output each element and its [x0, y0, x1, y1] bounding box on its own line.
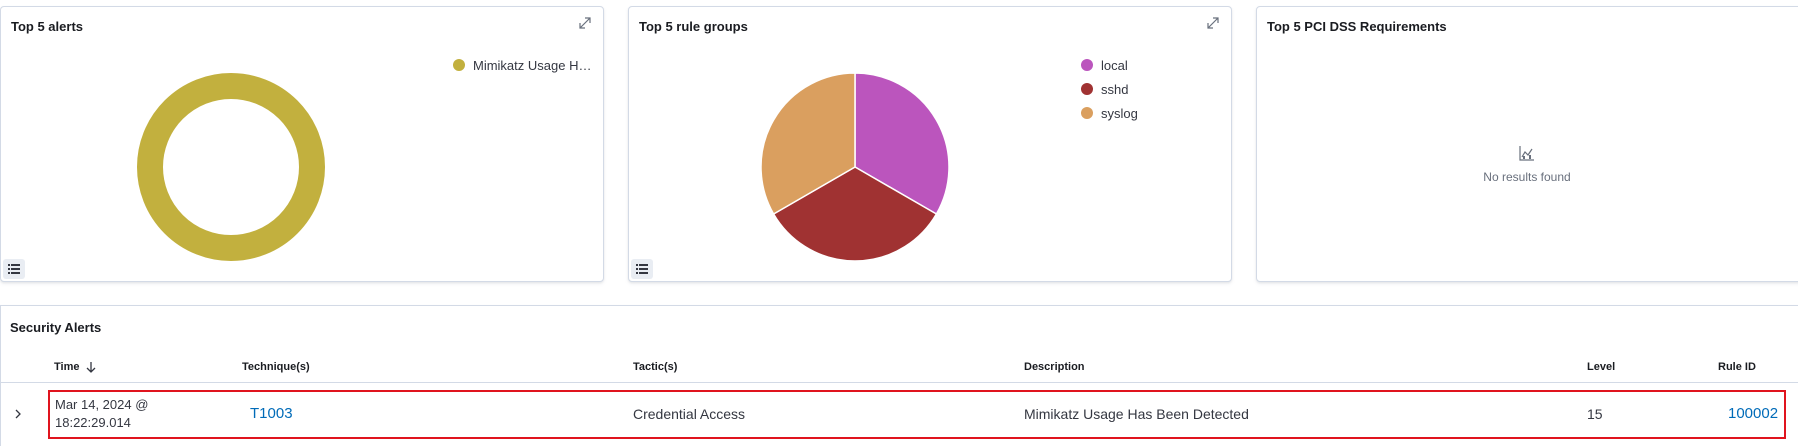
header-divider	[1, 382, 1798, 383]
cell-tactic: Credential Access	[633, 406, 746, 422]
no-results-text: No results found	[1483, 170, 1571, 184]
panel-title: Top 5 PCI DSS Requirements	[1267, 19, 1447, 34]
column-header-time[interactable]: Time	[54, 361, 97, 373]
legend-label: Mimikatz Usage Ha…	[473, 57, 598, 73]
legend-toggle-button[interactable]	[3, 259, 25, 279]
legend-item-local[interactable]: local	[1081, 53, 1221, 77]
rule-groups-legend: local sshd syslog	[1081, 53, 1221, 125]
cell-description: Mimikatz Usage Has Been Detected	[1024, 406, 1249, 422]
section-title: Security Alerts	[10, 320, 102, 335]
legend-item-sshd[interactable]: sshd	[1081, 77, 1221, 101]
legend-color-dot	[1081, 107, 1093, 119]
panel-title: Top 5 alerts	[11, 19, 84, 34]
time-date: Mar 14, 2024 @	[55, 397, 149, 412]
top-alerts-panel: Top 5 alerts Mimikatz Usage Ha…	[0, 6, 604, 282]
rule-groups-pie-chart	[760, 72, 950, 262]
cell-time: Mar 14, 2024 @ 18:22:29.014	[55, 396, 148, 432]
rule-id-link[interactable]: 100002	[1728, 405, 1778, 422]
arrow-down-icon	[87, 362, 96, 373]
legend-item[interactable]: Mimikatz Usage Ha…	[453, 53, 598, 77]
column-header-rule-id[interactable]: Rule ID	[1718, 361, 1756, 373]
expand-icon[interactable]	[577, 15, 593, 31]
column-label: Time	[54, 361, 80, 373]
column-header-tactic[interactable]: Tactic(s)	[633, 361, 677, 373]
cell-level: 15	[1587, 406, 1603, 422]
legend-color-dot	[1081, 83, 1093, 95]
top-pci-panel: Top 5 PCI DSS Requirements No results fo…	[1256, 6, 1798, 282]
expand-icon[interactable]	[1205, 15, 1221, 31]
column-header-technique[interactable]: Technique(s)	[242, 361, 310, 373]
pie-slice-mimikatz-usage-ha[interactable]	[137, 73, 325, 261]
alerts-donut-chart	[137, 73, 325, 261]
legend-color-dot	[453, 59, 465, 71]
panel-title: Top 5 rule groups	[639, 19, 748, 34]
list-icon	[8, 264, 20, 274]
alerts-legend: Mimikatz Usage Ha…	[453, 53, 598, 77]
legend-label: syslog	[1101, 105, 1138, 121]
legend-item-syslog[interactable]: syslog	[1081, 101, 1221, 125]
security-alerts-panel: Security Alerts Time Technique(s) Tactic…	[0, 305, 1798, 446]
table-row[interactable]: Mar 14, 2024 @ 18:22:29.014 T1003 Creden…	[48, 390, 1786, 439]
top-rule-groups-panel: Top 5 rule groups local sshd syslog	[628, 6, 1232, 282]
chevron-right-icon[interactable]	[11, 407, 25, 421]
list-icon	[636, 264, 648, 274]
column-header-description[interactable]: Description	[1024, 361, 1085, 373]
time-clock: 18:22:29.014	[55, 415, 131, 430]
no-results: No results found	[1257, 145, 1797, 184]
legend-toggle-button[interactable]	[631, 259, 653, 279]
column-header-level[interactable]: Level	[1587, 361, 1615, 373]
technique-link[interactable]: T1003	[250, 405, 293, 422]
chart-icon	[1519, 146, 1534, 161]
legend-label: local	[1101, 57, 1128, 73]
legend-color-dot	[1081, 59, 1093, 71]
legend-label: sshd	[1101, 81, 1129, 97]
